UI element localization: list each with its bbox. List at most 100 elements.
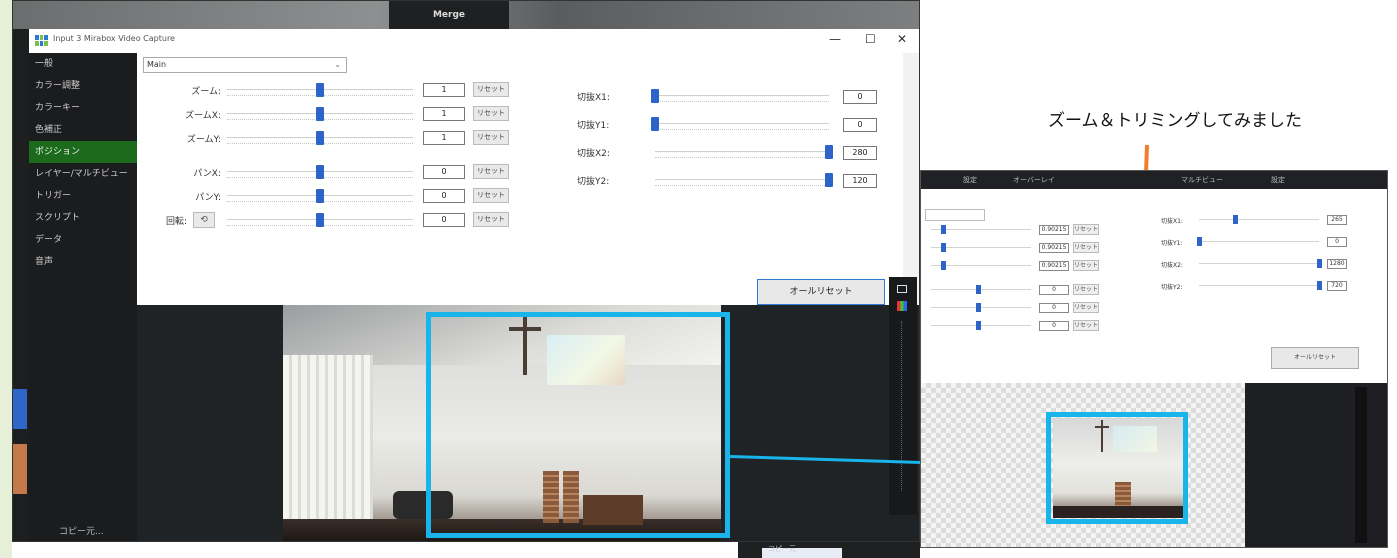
reset-button[interactable]: リセット <box>1073 242 1099 253</box>
reset-button[interactable]: リセット <box>473 106 509 121</box>
sidebar-item[interactable]: 一般 <box>29 53 137 75</box>
slider-thumb[interactable] <box>316 189 324 203</box>
slider-thumb[interactable] <box>316 213 324 227</box>
all-reset-button[interactable]: オールリセット <box>757 279 885 305</box>
merge-tab[interactable]: Merge <box>389 1 509 29</box>
slider-thumb[interactable] <box>941 243 946 252</box>
value-field[interactable]: 0 <box>423 165 465 179</box>
value-field[interactable]: 1 <box>423 83 465 97</box>
value-field[interactable]: 0 <box>1039 303 1069 313</box>
reset-button[interactable]: リセット <box>473 188 509 203</box>
app-icon <box>35 35 48 46</box>
screen-icon[interactable] <box>897 285 907 293</box>
slider-track[interactable] <box>1199 241 1319 242</box>
reset-button[interactable]: リセット <box>473 164 509 179</box>
value-field[interactable]: 0.90215 <box>1039 261 1069 271</box>
slider-thumb[interactable] <box>316 131 324 145</box>
sidebar-item[interactable]: ポジション <box>29 141 137 163</box>
row-label: 切抜X1: <box>1161 218 1183 225</box>
value-field[interactable]: 0 <box>1327 237 1347 247</box>
value-field[interactable]: 720 <box>1327 281 1347 291</box>
value-field[interactable]: 280 <box>843 146 877 160</box>
slider-track[interactable] <box>655 123 829 124</box>
top-label[interactable]: 設定 <box>1271 175 1285 185</box>
sidebar-item[interactable]: カラー調整 <box>29 75 137 97</box>
slider-thumb[interactable] <box>651 117 659 131</box>
slider-thumb[interactable] <box>976 285 981 294</box>
slider-track[interactable] <box>655 95 829 96</box>
value-field[interactable]: 0 <box>1039 321 1069 331</box>
sidebar-item[interactable]: トリガー <box>29 185 137 207</box>
color-bars-icon[interactable] <box>897 301 907 311</box>
value-field[interactable]: 1280 <box>1327 259 1347 269</box>
result-crop-row: 切抜X2: 1280 <box>1161 257 1381 271</box>
sidebar-item[interactable]: データ <box>29 229 137 251</box>
slider-track[interactable] <box>931 229 1031 230</box>
slider-track[interactable] <box>931 247 1031 248</box>
background-thumbnail <box>13 444 27 494</box>
copy-from-button[interactable]: コピー元... <box>59 524 104 537</box>
slider-track[interactable] <box>931 307 1031 308</box>
slider-thumb[interactable] <box>825 173 833 187</box>
slider-thumb[interactable] <box>1233 215 1238 224</box>
chevron-down-icon: ⌄ <box>334 60 341 69</box>
slider-thumb[interactable] <box>941 261 946 270</box>
top-label[interactable]: 設定 <box>963 175 977 185</box>
sidebar-item[interactable]: カラーキー <box>29 97 137 119</box>
reset-button[interactable]: リセット <box>1073 260 1099 271</box>
sidebar-item[interactable]: 音声 <box>29 251 137 273</box>
slider-track[interactable] <box>931 289 1031 290</box>
reset-button[interactable]: リセット <box>1073 302 1099 313</box>
value-field[interactable]: 0 <box>423 213 465 227</box>
slider-thumb[interactable] <box>316 83 324 97</box>
slider-ticks <box>655 101 829 104</box>
slider-thumb[interactable] <box>976 303 981 312</box>
result-all-reset-button[interactable]: オールリセット <box>1271 347 1359 369</box>
value-field[interactable]: 265 <box>1327 215 1347 225</box>
value-field[interactable]: 0.90215 <box>1039 243 1069 253</box>
value-field[interactable]: 0.90215 <box>1039 225 1069 235</box>
sidebar-item[interactable]: スクリプト <box>29 207 137 229</box>
rotate-button[interactable]: ⟲ <box>193 212 215 228</box>
slider-track[interactable] <box>931 325 1031 326</box>
slider-track[interactable] <box>655 179 829 180</box>
slider-thumb[interactable] <box>1197 237 1202 246</box>
slider-thumb[interactable] <box>976 321 981 330</box>
value-field[interactable]: 0 <box>843 90 877 104</box>
maximize-button[interactable]: ☐ <box>865 32 876 46</box>
reset-button[interactable]: リセット <box>473 212 509 227</box>
value-field[interactable]: 1 <box>423 131 465 145</box>
title-bar: Input 3 Mirabox Video Capture — ☐ ✕ <box>29 29 919 53</box>
slider-track[interactable] <box>1199 285 1319 286</box>
slider-track[interactable] <box>931 265 1031 266</box>
position-target-dropdown[interactable]: Main ⌄ <box>143 57 347 73</box>
sidebar-item[interactable]: 色補正 <box>29 119 137 141</box>
reset-button[interactable]: リセット <box>1073 284 1099 295</box>
reset-button[interactable]: リセット <box>1073 224 1099 235</box>
result-row: 0 リセット <box>921 319 1111 333</box>
value-field[interactable]: 0 <box>1039 285 1069 295</box>
reset-button[interactable]: リセット <box>473 82 509 97</box>
slider-track[interactable] <box>655 151 829 152</box>
minimize-button[interactable]: — <box>829 32 841 46</box>
sidebar-item[interactable]: レイヤー/マルチビュー <box>29 163 137 185</box>
slider-thumb[interactable] <box>651 89 659 103</box>
slider-track[interactable] <box>1199 219 1319 220</box>
result-dropdown[interactable] <box>925 209 985 221</box>
slider-thumb[interactable] <box>1317 281 1322 290</box>
slider-thumb[interactable] <box>316 107 324 121</box>
slider-thumb[interactable] <box>1317 259 1322 268</box>
top-label[interactable]: オーバーレイ <box>1013 175 1055 185</box>
value-field[interactable]: 1 <box>423 107 465 121</box>
reset-button[interactable]: リセット <box>1073 320 1099 331</box>
value-field[interactable]: 120 <box>843 174 877 188</box>
top-label[interactable]: マルチビュー <box>1181 175 1223 185</box>
value-field[interactable]: 0 <box>843 118 877 132</box>
slider-thumb[interactable] <box>825 145 833 159</box>
reset-button[interactable]: リセット <box>473 130 509 145</box>
value-field[interactable]: 0 <box>423 189 465 203</box>
slider-thumb[interactable] <box>941 225 946 234</box>
close-button[interactable]: ✕ <box>897 32 907 46</box>
slider-thumb[interactable] <box>316 165 324 179</box>
slider-track[interactable] <box>1199 263 1319 264</box>
